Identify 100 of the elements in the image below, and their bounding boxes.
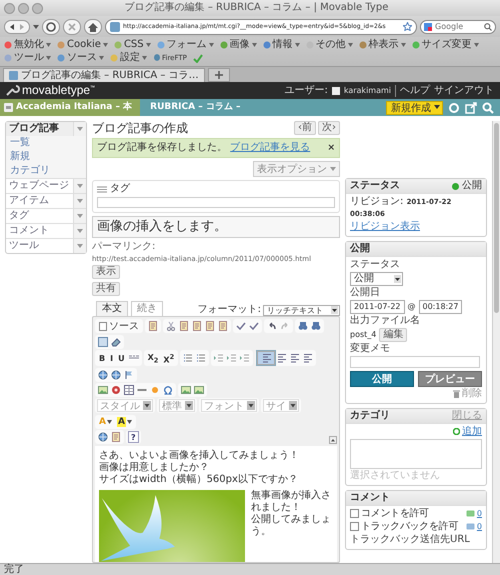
check-icon[interactable] bbox=[192, 54, 203, 62]
sidebar-subitem[interactable]: カテゴリ bbox=[6, 164, 86, 178]
format-button[interactable]: I bbox=[108, 352, 116, 364]
toolbar-menu[interactable]: 情報 bbox=[262, 39, 300, 51]
toolbar-menu[interactable]: ソース bbox=[57, 52, 104, 64]
page-icon[interactable] bbox=[204, 320, 216, 332]
sidebar-subitem[interactable]: 一覧 bbox=[6, 136, 86, 150]
page-icon[interactable] bbox=[191, 320, 203, 332]
caret-icon[interactable] bbox=[247, 401, 255, 410]
binoculars-icon[interactable] bbox=[297, 320, 309, 332]
search-icon[interactable] bbox=[484, 22, 492, 30]
page-icon[interactable] bbox=[110, 431, 122, 444]
frame-icon[interactable] bbox=[97, 336, 109, 348]
format-select[interactable]: リッチテキスト bbox=[263, 304, 340, 316]
toolbar-menu[interactable]: 無効化 bbox=[4, 39, 51, 51]
new-entry-button[interactable]: 新規作成 bbox=[386, 100, 443, 114]
caret-icon[interactable] bbox=[394, 275, 401, 283]
align-icon[interactable] bbox=[257, 351, 276, 366]
sidebar-item[interactable]: ブログ記事 bbox=[6, 122, 86, 136]
window-button[interactable] bbox=[18, 2, 29, 14]
checkbox[interactable] bbox=[350, 522, 359, 532]
circle-icon[interactable] bbox=[110, 384, 122, 396]
toolbar-menu[interactable]: 枠表示 bbox=[358, 39, 406, 51]
page-icon[interactable] bbox=[99, 322, 107, 331]
image-icon[interactable] bbox=[193, 384, 205, 396]
globe-icon[interactable] bbox=[97, 369, 109, 382]
sidebar-item[interactable]: ツール bbox=[6, 238, 86, 253]
date-field[interactable]: 2011-07-22 bbox=[350, 300, 404, 314]
omega-icon[interactable] bbox=[162, 384, 174, 396]
caret-icon[interactable] bbox=[106, 420, 112, 424]
collapse-toolbar-icon[interactable] bbox=[329, 436, 337, 444]
edit-button[interactable]: 編集 bbox=[379, 328, 408, 342]
close-button[interactable]: × bbox=[327, 142, 335, 154]
toolbar-menu[interactable]: ツール bbox=[4, 52, 51, 64]
list-icon[interactable] bbox=[182, 352, 194, 364]
checkbox[interactable] bbox=[350, 509, 359, 518]
toolbar-menu[interactable]: フォーム bbox=[156, 39, 214, 51]
count-link[interactable]: 0 bbox=[476, 522, 482, 532]
indent-icon[interactable] bbox=[239, 352, 252, 364]
eraser-icon[interactable] bbox=[110, 336, 122, 348]
sidebar-item[interactable]: ウェブページ bbox=[6, 178, 86, 193]
editor-tab[interactable]: 続き bbox=[131, 301, 163, 316]
publish-button[interactable]: 公開 bbox=[350, 370, 414, 387]
prev-button[interactable]: ‹前 bbox=[294, 121, 316, 136]
check-icon[interactable] bbox=[248, 320, 260, 332]
next-button[interactable]: 次› bbox=[318, 121, 340, 136]
scrollbar[interactable] bbox=[492, 121, 500, 563]
status-select[interactable]: 公開 bbox=[350, 272, 403, 286]
globe-icon[interactable] bbox=[97, 431, 109, 444]
align-icon[interactable] bbox=[276, 352, 288, 364]
page-icon[interactable] bbox=[147, 320, 159, 332]
indent-icon[interactable] bbox=[213, 352, 226, 364]
sidebar-item[interactable]: タグ bbox=[6, 208, 86, 223]
time-field[interactable]: 00:18:27 bbox=[418, 300, 462, 314]
header-link[interactable]: サインアウト bbox=[434, 84, 494, 96]
page-icon[interactable] bbox=[178, 320, 190, 332]
align-icon[interactable] bbox=[289, 352, 302, 364]
image-icon[interactable] bbox=[97, 384, 109, 396]
binoculars-icon[interactable] bbox=[310, 320, 322, 332]
caret-icon[interactable] bbox=[331, 306, 338, 314]
check-icon[interactable] bbox=[235, 320, 247, 332]
refresh-icon[interactable] bbox=[448, 102, 460, 114]
format-button[interactable]: B bbox=[97, 352, 108, 364]
revision-link[interactable]: リビジョン表示 bbox=[350, 221, 420, 233]
table-icon[interactable] bbox=[123, 384, 135, 396]
toolbar-menu[interactable]: その他 bbox=[306, 39, 353, 51]
caret-icon[interactable] bbox=[185, 401, 193, 410]
star-icon[interactable] bbox=[403, 22, 412, 31]
reload-icon[interactable] bbox=[42, 18, 60, 34]
preview-button[interactable]: プレビュー bbox=[418, 370, 482, 387]
toolbar-menu[interactable]: 画像 bbox=[220, 39, 257, 51]
new-tab-icon[interactable] bbox=[208, 68, 230, 82]
add-icon[interactable] bbox=[453, 428, 460, 436]
format-button[interactable]: X$_{2}$ bbox=[146, 352, 160, 364]
toolbar-menu[interactable]: サイズ変更 bbox=[412, 39, 479, 51]
toolbar-menu[interactable]: 設定 bbox=[110, 52, 147, 64]
sidebar-item[interactable]: アイテム bbox=[6, 193, 86, 208]
username[interactable]: karakimami bbox=[344, 86, 391, 96]
caret-icon[interactable] bbox=[434, 105, 440, 110]
toolbar-menu[interactable]: Cookie bbox=[57, 39, 108, 51]
help-button[interactable]: ? bbox=[128, 431, 139, 444]
caret-icon[interactable] bbox=[143, 401, 151, 410]
drag-handle-icon[interactable] bbox=[97, 186, 107, 193]
page-icon[interactable] bbox=[217, 320, 229, 332]
count-link[interactable]: 0 bbox=[476, 508, 482, 518]
external-link-icon[interactable] bbox=[465, 102, 477, 114]
caret-icon[interactable] bbox=[126, 420, 132, 424]
highlight-color-button[interactable]: A bbox=[114, 416, 134, 428]
format-button[interactable]: X$^{2}$ bbox=[161, 352, 176, 364]
globe-icon[interactable] bbox=[110, 369, 122, 382]
back-forward-button[interactable] bbox=[4, 20, 30, 34]
indent-icon[interactable] bbox=[226, 352, 238, 364]
scissors-icon[interactable] bbox=[165, 320, 177, 332]
sidebar-subitem[interactable]: 新規 bbox=[6, 150, 86, 164]
list-icon[interactable] bbox=[195, 352, 208, 364]
align-icon[interactable] bbox=[302, 352, 314, 364]
toolbar-menu[interactable]: CSS bbox=[114, 39, 151, 51]
memo-field[interactable] bbox=[350, 356, 480, 368]
view-button[interactable]: 表示 bbox=[92, 265, 120, 280]
view-entry-link[interactable]: ブログ記事を見る bbox=[230, 142, 310, 154]
